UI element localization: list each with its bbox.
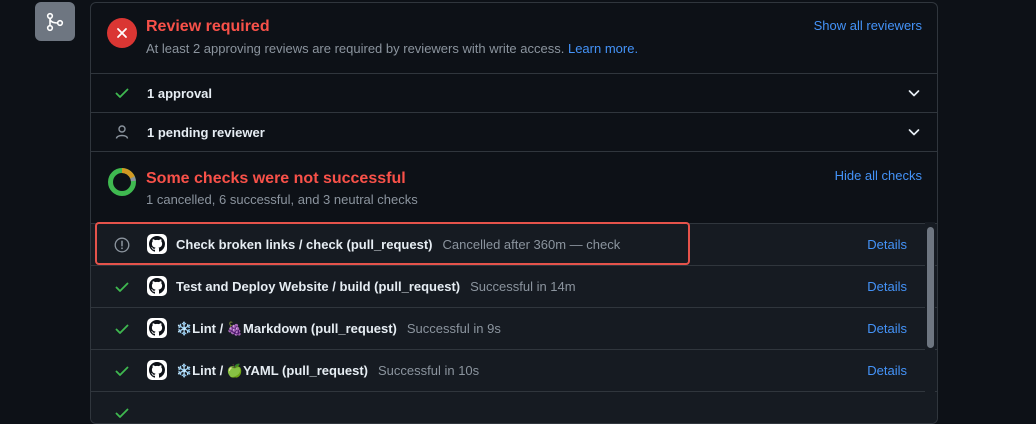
check-row: ❄️Lint / 🍏YAML (pull_request) Successful …: [91, 350, 937, 392]
chevron-down-icon: [908, 90, 920, 97]
github-app-icon: [147, 360, 167, 380]
check-name: Test and Deploy Website / build (pull_re…: [176, 279, 576, 294]
github-app-icon: [147, 318, 167, 338]
person-icon: [115, 125, 129, 139]
check-icon: [115, 282, 129, 292]
review-subtitle-text: At least 2 approving reviews are require…: [146, 41, 565, 56]
check-name-text: ❄️Lint / 🍇Markdown (pull_request): [176, 321, 397, 336]
check-row: Check broken links / check (pull_request…: [91, 224, 937, 266]
git-merge-icon: [35, 2, 75, 41]
check-name-text: Check broken links / check (pull_request…: [176, 237, 433, 252]
alert-circle-icon: [114, 237, 130, 253]
details-link[interactable]: Details: [867, 363, 907, 378]
approvals-label: 1 approval: [147, 86, 213, 101]
checks-title: Some checks were not successful: [146, 170, 406, 187]
learn-more-link[interactable]: Learn more.: [568, 41, 638, 56]
checks-status-donut-icon: [108, 168, 136, 196]
review-subtitle: At least 2 approving reviews are require…: [146, 41, 638, 56]
github-app-icon: [147, 234, 167, 254]
check-row: Test and Deploy Website / build (pull_re…: [91, 266, 937, 308]
check-description: Successful in 10s: [378, 363, 480, 378]
check-name: ❄️Lint / 🍏YAML (pull_request) Successful …: [176, 363, 479, 379]
checks-list: Check broken links / check (pull_request…: [91, 224, 937, 423]
check-description: Cancelled after 360m — check: [442, 237, 621, 252]
approvals-row[interactable]: 1 approval: [91, 74, 937, 113]
check-row: ❄️Lint / 🍇Markdown (pull_request) Success…: [91, 308, 937, 350]
check-name-text: ❄️Lint / 🍏YAML (pull_request): [176, 363, 368, 378]
details-link[interactable]: Details: [867, 321, 907, 336]
review-title: Review required: [146, 18, 270, 35]
check-icon: [115, 324, 129, 334]
github-app-icon: [147, 276, 167, 296]
hide-all-checks-link[interactable]: Hide all checks: [835, 168, 922, 183]
pending-reviewers-label: 1 pending reviewer: [147, 125, 265, 140]
details-link[interactable]: Details: [867, 237, 907, 252]
x-circle-icon: [107, 18, 137, 48]
check-row-partial: [91, 392, 937, 423]
check-icon: [115, 408, 129, 418]
pending-reviewers-row[interactable]: 1 pending reviewer: [91, 113, 937, 152]
details-link[interactable]: Details: [867, 279, 907, 294]
check-description: Successful in 14m: [470, 279, 576, 294]
show-all-reviewers-link[interactable]: Show all reviewers: [814, 18, 922, 33]
review-section-header: Review required At least 2 approving rev…: [91, 3, 937, 74]
check-name: ❄️Lint / 🍇Markdown (pull_request) Success…: [176, 321, 501, 337]
check-icon: [115, 366, 129, 376]
scrollbar-thumb[interactable]: [927, 227, 934, 348]
chevron-down-icon: [908, 129, 920, 136]
checks-section-header: Some checks were not successful 1 cancel…: [91, 152, 937, 224]
check-description: Successful in 9s: [406, 321, 501, 336]
merge-box: Review required At least 2 approving rev…: [90, 2, 938, 424]
checks-summary: 1 cancelled, 6 successful, and 3 neutral…: [146, 192, 418, 207]
check-name: Check broken links / check (pull_request…: [176, 237, 620, 252]
check-name-text: Test and Deploy Website / build (pull_re…: [176, 279, 461, 294]
check-icon: [115, 88, 129, 98]
